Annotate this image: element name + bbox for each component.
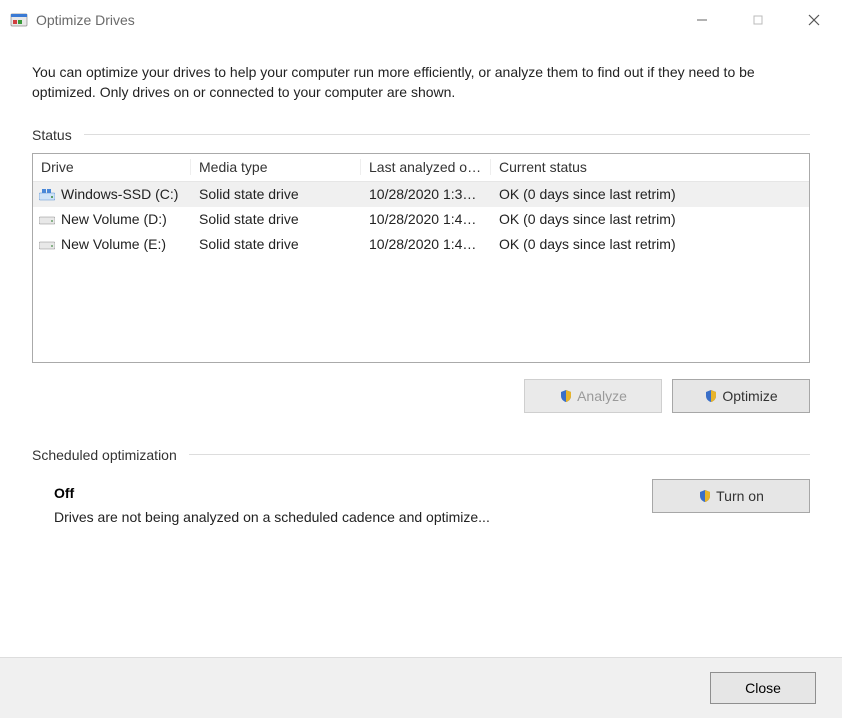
table-row[interactable]: New Volume (E:) Solid state drive10/28/20… xyxy=(33,232,809,257)
last-analyzed: 10/28/2020 1:41 ... xyxy=(361,211,491,227)
titlebar: Optimize Drives xyxy=(0,0,842,40)
col-header-media[interactable]: Media type xyxy=(191,159,361,175)
drive-name: New Volume (D:) xyxy=(61,211,167,227)
divider xyxy=(189,454,810,455)
scheduled-desc: Drives are not being analyzed on a sched… xyxy=(54,509,628,525)
drive-icon xyxy=(39,238,55,250)
col-header-last[interactable]: Last analyzed or ... xyxy=(361,159,491,175)
shield-icon xyxy=(559,389,573,403)
maximize-button[interactable] xyxy=(730,0,786,40)
last-analyzed: 10/28/2020 1:32 ... xyxy=(361,186,491,202)
drive-icon xyxy=(39,213,55,225)
minimize-icon xyxy=(696,14,708,26)
table-row[interactable]: Windows-SSD (C:) Solid state drive10/28/2… xyxy=(33,182,809,207)
optimize-label: Optimize xyxy=(722,388,777,404)
intro-text: You can optimize your drives to help you… xyxy=(32,62,810,103)
maximize-icon xyxy=(752,14,764,26)
status-buttons: Analyze Optimize xyxy=(32,379,810,413)
close-button[interactable]: Close xyxy=(710,672,816,704)
analyze-button[interactable]: Analyze xyxy=(524,379,662,413)
col-header-status[interactable]: Current status xyxy=(491,159,809,175)
col-header-drive[interactable]: Drive xyxy=(33,159,191,175)
status-label: Status xyxy=(32,127,72,143)
drive-icon xyxy=(39,188,55,200)
shield-icon xyxy=(698,489,712,503)
turn-on-label: Turn on xyxy=(716,488,764,504)
list-header: Drive Media type Last analyzed or ... Cu… xyxy=(33,154,809,182)
shield-icon xyxy=(704,389,718,403)
drive-name: Windows-SSD (C:) xyxy=(61,186,178,202)
drives-list[interactable]: Drive Media type Last analyzed or ... Cu… xyxy=(32,153,810,363)
close-window-button[interactable] xyxy=(786,0,842,40)
list-body: Windows-SSD (C:)Solid state drive10/28/2… xyxy=(33,182,809,257)
close-icon xyxy=(808,14,820,26)
minimize-button[interactable] xyxy=(674,0,730,40)
scheduled-section-header: Scheduled optimization xyxy=(32,447,810,463)
table-row[interactable]: New Volume (D:) Solid state drive10/28/20… xyxy=(33,207,809,232)
analyze-label: Analyze xyxy=(577,388,627,404)
window-title: Optimize Drives xyxy=(36,12,674,28)
media-type: Solid state drive xyxy=(191,211,361,227)
current-status: OK (0 days since last retrim) xyxy=(491,186,809,202)
divider xyxy=(84,134,810,135)
current-status: OK (0 days since last retrim) xyxy=(491,211,809,227)
last-analyzed: 10/28/2020 1:41 ... xyxy=(361,236,491,252)
optimize-button[interactable]: Optimize xyxy=(672,379,810,413)
footer: Close xyxy=(0,657,842,718)
scheduled-label: Scheduled optimization xyxy=(32,447,177,463)
content-area: You can optimize your drives to help you… xyxy=(0,40,842,657)
current-status: OK (0 days since last retrim) xyxy=(491,236,809,252)
drive-name: New Volume (E:) xyxy=(61,236,166,252)
scheduled-body: Off Drives are not being analyzed on a s… xyxy=(32,473,810,525)
media-type: Solid state drive xyxy=(191,186,361,202)
optimize-drives-window: Optimize Drives You can optimize your dr… xyxy=(0,0,842,718)
status-section-header: Status xyxy=(32,127,810,143)
media-type: Solid state drive xyxy=(191,236,361,252)
scheduled-section: Scheduled optimization Off Drives are no… xyxy=(32,447,810,525)
scheduled-text: Off Drives are not being analyzed on a s… xyxy=(54,479,628,525)
app-icon xyxy=(10,11,28,29)
turn-on-button[interactable]: Turn on xyxy=(652,479,810,513)
scheduled-state: Off xyxy=(54,485,628,501)
window-controls xyxy=(674,0,842,40)
